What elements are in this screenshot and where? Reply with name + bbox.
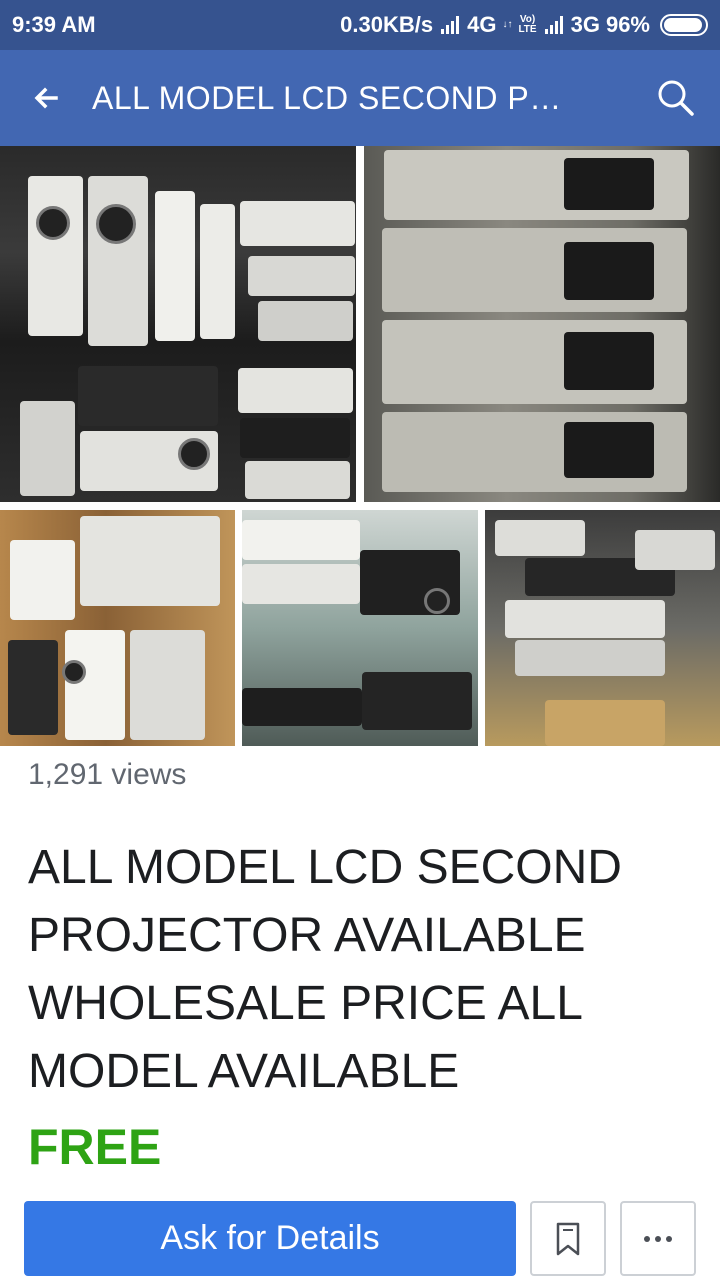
more-options-button[interactable] — [620, 1201, 696, 1276]
photo-gallery — [0, 146, 720, 746]
volte-bottom: LTE — [518, 24, 537, 35]
network-speed: 0.30KB/s — [340, 12, 434, 37]
status-bar: 9:39 AM 0.30KB/s 4G ↓↑ Vo) LTE 3G 96% — [0, 0, 720, 50]
arrow-left-icon — [34, 87, 58, 109]
listing-price: FREE — [28, 1119, 162, 1175]
battery-percent: 96% — [605, 12, 650, 37]
volte-icon: Vo) LTE — [518, 15, 536, 35]
battery-icon — [660, 14, 708, 36]
view-count: 1,291 views — [28, 758, 187, 791]
listing-photo-3[interactable] — [0, 510, 235, 746]
back-button[interactable] — [0, 50, 92, 146]
more-horizontal-icon — [644, 1235, 672, 1242]
ask-for-details-label: Ask for Details — [160, 1219, 380, 1257]
bookmark-icon — [556, 1222, 580, 1255]
search-button[interactable] — [656, 78, 696, 118]
listing-photo-4[interactable] — [242, 510, 478, 746]
status-time: 9:39 AM — [12, 12, 96, 37]
data-arrows-icon: ↓↑ — [502, 19, 513, 30]
listing-photo-5[interactable] — [485, 510, 720, 746]
save-button[interactable] — [530, 1201, 606, 1276]
signal-icon-2 — [544, 16, 563, 34]
network-type-1: 4G — [467, 12, 497, 37]
search-icon — [658, 80, 694, 116]
listing-title: ALL MODEL LCD SECOND PROJECTOR AVAILABLE… — [28, 841, 622, 1098]
signal-icon — [441, 16, 460, 34]
battery-level — [664, 18, 703, 32]
app-bar: ALL MODEL LCD SECOND PR... — [0, 50, 720, 146]
status-indicators: 0.30KB/s 4G ↓↑ Vo) LTE 3G 96% — [340, 12, 708, 38]
network-type-2: 3G — [570, 12, 600, 37]
page-title: ALL MODEL LCD SECOND PR... — [92, 79, 572, 116]
listing-photo-2[interactable] — [364, 146, 720, 502]
listing-photo-1[interactable] — [0, 146, 356, 502]
ask-for-details-button[interactable]: Ask for Details — [24, 1201, 516, 1276]
